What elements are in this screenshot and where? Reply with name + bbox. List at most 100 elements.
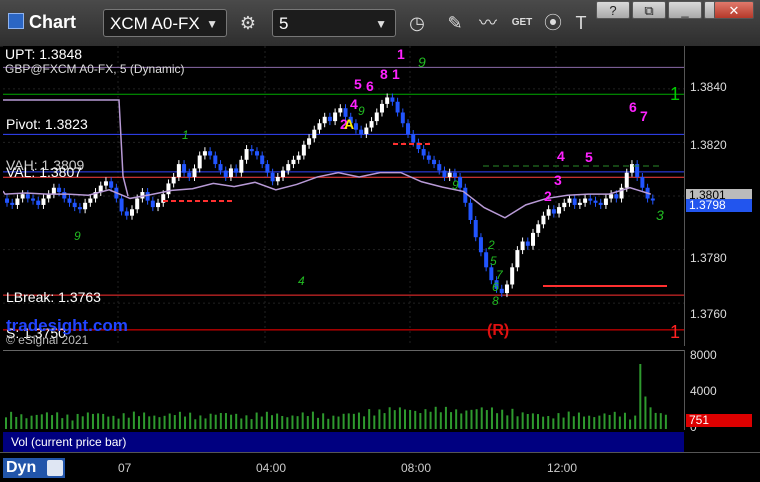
candle-body (135, 198, 140, 210)
volume-label: Vol (current price bar) (11, 435, 127, 449)
draw-tool-button[interactable]: ✎ (440, 10, 470, 36)
level-label-upt: UPT: 1.3848 (5, 46, 83, 62)
candle-body (234, 168, 239, 173)
volume-tick-8000: 8000 (690, 348, 717, 362)
volume-bar (51, 415, 54, 429)
marker-4-right: 4 (557, 148, 565, 164)
cursor-button[interactable]: ⦿ (539, 10, 567, 36)
candle-body (489, 267, 494, 281)
volume-bar (15, 416, 18, 429)
price-chart-svg[interactable] (2, 46, 684, 346)
candle-body (395, 101, 400, 113)
candle-body (338, 108, 343, 113)
volume-bar (434, 406, 437, 429)
volume-bar (112, 415, 115, 429)
marker-5: 5 (354, 76, 362, 92)
candle-body (468, 202, 473, 220)
candle-body (577, 202, 582, 205)
volume-bar (199, 415, 202, 429)
chevron-down-icon[interactable]: ▼ (375, 10, 387, 38)
volume-bar (81, 416, 84, 429)
green-count-10: 9 (358, 104, 365, 118)
volume-bar (107, 416, 110, 429)
candle-body (281, 170, 286, 177)
green-count-9: 6 (492, 280, 499, 294)
time-template-button[interactable]: ◷ (400, 10, 434, 36)
help-icon: ? (609, 3, 617, 18)
volume-bar (45, 412, 48, 429)
volume-bar (209, 413, 212, 429)
candle-body (359, 129, 364, 134)
marker-8: 8 (380, 66, 388, 82)
marker-2-right: 2 (544, 188, 552, 204)
volume-bar (460, 413, 463, 429)
candle-body (504, 284, 509, 294)
volume-bar (20, 414, 23, 429)
level-label-val: VAL: 1.3807 (6, 164, 83, 180)
chevron-down-icon[interactable]: ▼ (206, 10, 218, 38)
price-tick-1: 1.3840 (690, 80, 727, 94)
green-count-1: 1 (182, 128, 189, 142)
volume-bar (593, 417, 596, 429)
volume-bar (567, 411, 570, 429)
volume-bar (173, 415, 176, 429)
candle-body (83, 202, 88, 210)
candle-body (260, 155, 265, 165)
candle-body (213, 155, 218, 165)
volume-bar (97, 413, 100, 429)
volume-bar (352, 413, 355, 429)
candle-body (551, 209, 556, 214)
dynamic-button[interactable]: Dyn (3, 458, 65, 478)
volume-bar (649, 407, 652, 429)
marker-6: 6 (366, 78, 374, 94)
title-bar: Chart XCM A0-FX ▼ ⚙ 5 ▼ ◷ ✎ 〰 GET ⦿ T ? ⧉ … (0, 0, 760, 47)
study-button[interactable]: 〰 (472, 10, 504, 36)
volume-bar (322, 413, 325, 429)
symbol-value: XCM A0-FX (110, 14, 200, 33)
candle-body (411, 134, 416, 143)
volume-bar (552, 418, 555, 429)
candle-body (426, 155, 431, 160)
volume-bar (189, 412, 192, 429)
volume-bar (480, 407, 483, 429)
restore-button[interactable]: ⧉ (632, 1, 666, 19)
candle-body (145, 192, 150, 201)
help-button[interactable]: ? (596, 1, 630, 19)
volume-bar (378, 409, 381, 429)
time-axis[interactable]: Dyn 07 04:00 08:00 12:00 (0, 452, 760, 482)
volume-bar (419, 413, 422, 429)
candle-body (171, 177, 176, 184)
settings-gear-button[interactable]: ⚙ (231, 10, 265, 36)
close-icon: ✕ (728, 3, 740, 18)
volume-bar (127, 417, 130, 429)
volume-bar (383, 413, 386, 429)
candle-body (421, 149, 426, 156)
minimize-button[interactable]: _ (668, 1, 702, 19)
volume-bar (537, 414, 539, 429)
price-chart-pane[interactable] (2, 46, 684, 346)
volume-bar (557, 413, 560, 429)
close-button[interactable]: ✕ (714, 1, 754, 19)
cursor-icon: ⦿ (544, 13, 562, 33)
volume-bar (577, 412, 580, 429)
candle-body (223, 170, 228, 177)
get-button[interactable]: GET (506, 10, 538, 36)
candle-body (254, 151, 259, 156)
volume-bar (132, 411, 135, 429)
candle-body (312, 129, 317, 139)
candle-body (536, 224, 541, 233)
gear-icon: ⚙ (239, 13, 257, 33)
window-title: Chart (8, 12, 76, 33)
candle-body (609, 194, 614, 199)
time-tick-0800: 08:00 (401, 461, 432, 475)
volume-bar (393, 410, 396, 429)
text-tool-button[interactable]: T (568, 10, 594, 36)
symbol-combobox[interactable]: XCM A0-FX ▼ (103, 9, 227, 37)
volume-pane[interactable] (3, 350, 684, 431)
volume-bar (342, 413, 345, 429)
volume-bar (562, 417, 565, 429)
volume-bar (654, 412, 657, 429)
interval-combobox[interactable]: 5 ▼ (272, 9, 396, 37)
candle-body (629, 164, 634, 173)
candle-body (369, 121, 374, 128)
